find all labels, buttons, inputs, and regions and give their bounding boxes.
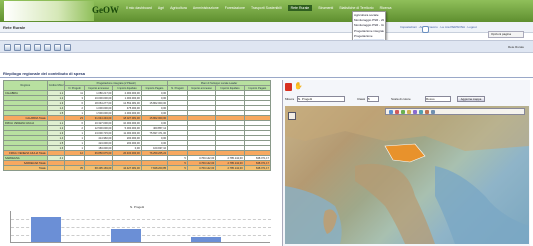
- table-cell: 5: [167, 165, 188, 171]
- map-filters: Misura N. Progetti Classi 5 Scala di col…: [285, 96, 529, 103]
- summary-table: Regione Codice Misura Progettazione inte…: [3, 80, 272, 171]
- pdf-icon[interactable]: [285, 83, 292, 91]
- map-panel: ✋ Misura N. Progetti Classi 5 Scala di c…: [282, 80, 530, 246]
- scala-select[interactable]: Rosso: [425, 96, 451, 102]
- section-title: Riepilogo regionale del contributo di sp…: [3, 71, 86, 76]
- map-toolbar: [385, 108, 525, 115]
- table-cell: Totale: [3, 165, 48, 171]
- zoom-in-icon[interactable]: [389, 110, 393, 114]
- print-map-icon[interactable]: [425, 110, 429, 114]
- table-cell: 68.495.169,00: [83, 165, 114, 171]
- table-row: Totale 35 68.495.169,00 44.427.081,00 7.848.…: [3, 165, 272, 171]
- search-icon[interactable]: [422, 26, 429, 33]
- hand-icon[interactable]: ✋: [294, 83, 303, 91]
- table-cell: 44.427.081,00: [112, 165, 142, 171]
- toolbar-label: Rete Rurale: [508, 45, 525, 49]
- chart-bar: [31, 217, 61, 242]
- page-options-select[interactable]: Opzioni pagina: [488, 31, 524, 38]
- table-cell: 35: [64, 165, 85, 171]
- logo-text: GeOW: [92, 5, 119, 15]
- table-cell: 848.071,17: [243, 165, 272, 171]
- chart-bar: [111, 229, 141, 242]
- table-cell: 2.785.142,00: [215, 165, 245, 171]
- classi-select[interactable]: 5: [367, 96, 379, 102]
- map-view[interactable]: [285, 106, 529, 244]
- menu-item-strumenti[interactable]: Strumenti: [318, 6, 333, 10]
- col-header: Codice Misura: [46, 80, 66, 91]
- user-links[interactable]: Impostazioni · Area di lavoro · La mia P…: [400, 25, 477, 29]
- help-icon[interactable]: [64, 44, 71, 51]
- layers-icon[interactable]: [419, 110, 423, 114]
- logo[interactable]: [4, 1, 94, 21]
- measure-icon[interactable]: [413, 110, 417, 114]
- main-menu: Il mio dashboard Agri Agricoltura Ammini…: [126, 4, 521, 11]
- toolbar: Rete Rurale: [0, 40, 533, 53]
- menu-item-rete-rurale[interactable]: Rete Rurale: [287, 4, 313, 11]
- map-shapes: [285, 106, 529, 244]
- refresh-map-button[interactable]: Aggiorna mappa: [457, 96, 485, 102]
- menu-item-dashboard[interactable]: Il mio dashboard: [126, 6, 152, 10]
- table-cell: 3.760.142,00: [186, 165, 217, 171]
- zoom-out-icon[interactable]: [395, 110, 399, 114]
- save-icon[interactable]: [24, 44, 31, 51]
- menu-item-statistiche[interactable]: Statistiche di Territorio: [339, 6, 373, 10]
- settings-icon[interactable]: [54, 44, 61, 51]
- new-icon[interactable]: [4, 44, 11, 51]
- dropdown-item[interactable]: Monitoraggio PSR - IAI: [354, 23, 384, 28]
- misura-label: Misura: [285, 97, 295, 101]
- menu-item-agri[interactable]: Agri: [158, 6, 164, 10]
- sub-header: Rete Rurale Impostazioni · Area di lavor…: [0, 22, 533, 33]
- friuli-region: [384, 143, 426, 163]
- pan-icon[interactable]: [401, 110, 405, 114]
- identify-icon[interactable]: [407, 110, 411, 114]
- dropdown-item[interactable]: Progettazione integrata: [354, 29, 384, 34]
- chart-bar: [191, 236, 221, 242]
- divider: [0, 77, 533, 78]
- chart-title: N. Progetti: [130, 205, 145, 209]
- zoom-control[interactable]: [288, 112, 296, 120]
- export-icon[interactable]: [44, 44, 51, 51]
- classi-label: Classi: [357, 97, 366, 101]
- open-icon[interactable]: [14, 44, 21, 51]
- bar-chart: [10, 211, 271, 243]
- menu-item-ricerca[interactable]: Ricerca: [380, 6, 392, 10]
- page-title: Rete Rurale: [3, 25, 26, 30]
- menu-item-trasporti[interactable]: Trasporti Sostenibili: [251, 6, 282, 10]
- fullscreen-icon[interactable]: [431, 110, 435, 114]
- table-cell: 7.848.200,85: [140, 165, 169, 171]
- scala-label: Scala di colore: [391, 97, 411, 101]
- print-icon[interactable]: [34, 44, 41, 51]
- menu-item-amministrazione[interactable]: Amministrazione: [193, 6, 219, 10]
- col-header: Regione: [3, 80, 48, 91]
- table-cell: [46, 165, 66, 171]
- misura-select[interactable]: N. Progetti: [297, 96, 345, 102]
- top-header: GeOW Il mio dashboard Agri Agricoltura A…: [0, 0, 533, 22]
- menu-item-agricoltura[interactable]: Agricoltura: [170, 6, 187, 10]
- menu-item-forestazione[interactable]: Forestazione: [225, 6, 245, 10]
